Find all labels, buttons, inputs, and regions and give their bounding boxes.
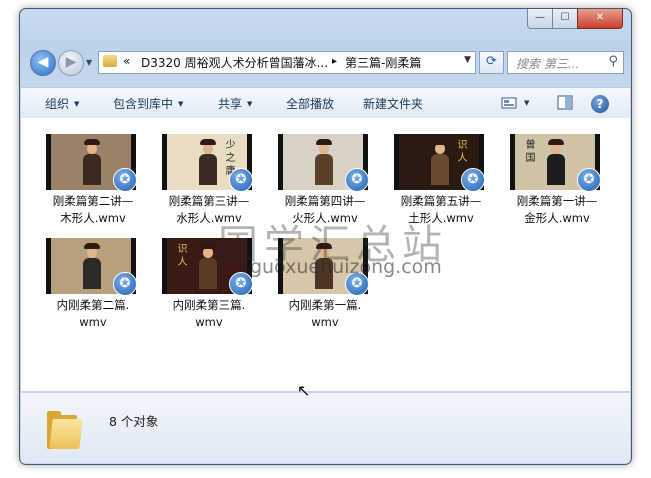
preview-pane-button[interactable]: [557, 95, 573, 114]
address-segment-current[interactable]: 第三篇-刚柔篇: [345, 54, 421, 71]
address-separator[interactable]: ▸: [332, 56, 337, 67]
include-label: 包含到库中: [113, 97, 174, 111]
file-name-line1: 刚柔篇第五讲—: [400, 194, 482, 208]
organize-label: 组织: [45, 97, 70, 111]
portrait-figure: [431, 139, 449, 185]
navigation-bar: ◀ ▶ ▼ « D3320 周裕观人术分析曾国藩冰... ▸ 第三篇-刚柔篇 ▼…: [20, 47, 631, 77]
media-player-icon: ✪: [345, 168, 369, 192]
portrait-figure: [199, 139, 217, 185]
search-input[interactable]: 搜索 第三...: [516, 55, 579, 72]
play-all-button[interactable]: 全部播放: [286, 95, 334, 112]
media-player-icon: ✪: [229, 168, 253, 192]
help-button[interactable]: ?: [591, 93, 609, 113]
mouse-cursor-icon: ↖: [297, 381, 311, 400]
file-name: 内刚柔第一篇. wmv: [271, 297, 379, 331]
file-name-line2: 金形人.wmv: [524, 211, 590, 225]
watermark-url: guoxuehuizong.com: [250, 256, 442, 278]
help-icon: ?: [591, 95, 609, 113]
include-in-library-menu[interactable]: 包含到库中 ▼: [113, 95, 183, 112]
refresh-button[interactable]: ⟳: [479, 51, 504, 74]
address-dropdown-icon[interactable]: ▼: [464, 55, 471, 65]
details-pane: 8 个对象: [21, 392, 630, 463]
address-chevron[interactable]: «: [123, 54, 130, 68]
file-name-line1: 内刚柔第二篇.: [56, 298, 130, 312]
chevron-down-icon: ▼: [178, 100, 184, 108]
file-name-line2: wmv: [311, 315, 339, 329]
file-name: 内刚柔第二篇. wmv: [39, 297, 147, 331]
view-icon: [501, 97, 517, 109]
media-player-icon: ✪: [113, 272, 137, 296]
address-segment-parent[interactable]: D3320 周裕观人术分析曾国藩冰...: [141, 54, 328, 71]
file-name: 内刚柔第三篇. wmv: [155, 297, 263, 331]
portrait-figure: [83, 139, 101, 185]
folder-icon: [47, 411, 83, 449]
close-button[interactable]: ✕: [577, 9, 623, 29]
media-player-icon: ✪: [113, 168, 137, 192]
portrait-figure: [199, 243, 217, 289]
item-count: 8 个对象: [109, 414, 159, 429]
portrait-figure: [315, 139, 333, 185]
file-name: 刚柔篇第二讲— 木形人.wmv: [39, 193, 147, 227]
back-button[interactable]: ◀: [30, 50, 56, 76]
file-name-line1: 刚柔篇第一讲—: [516, 194, 598, 208]
new-folder-button[interactable]: 新建文件夹: [363, 95, 423, 112]
organize-menu[interactable]: 组织 ▼: [45, 95, 79, 112]
file-name-line2: wmv: [195, 315, 223, 329]
preview-pane-icon: [557, 95, 573, 110]
recent-pages-dropdown[interactable]: ▼: [86, 58, 92, 67]
chevron-down-icon: ▼: [74, 100, 80, 108]
thumbnail-calligraphy: 识 人: [175, 243, 186, 267]
chevron-down-icon: ▼: [247, 100, 253, 108]
file-item[interactable]: ✪ 内刚柔第二篇. wmv: [39, 236, 147, 336]
share-label: 共享: [218, 97, 243, 111]
file-name-line1: 内刚柔第三篇.: [172, 298, 246, 312]
share-menu[interactable]: 共享 ▼: [218, 95, 252, 112]
portrait-figure: [83, 243, 101, 289]
search-icon[interactable]: ⚲: [608, 54, 618, 69]
media-player-icon: ✪: [461, 168, 485, 192]
minimize-button[interactable]: —: [527, 9, 553, 29]
file-name-line1: 刚柔篇第二讲—: [52, 194, 134, 208]
media-player-icon: ✪: [577, 168, 601, 192]
file-name-line1: 刚柔篇第四讲—: [284, 194, 366, 208]
command-bar: 组织 ▼ 包含到库中 ▼ 共享 ▼ 全部播放 新建文件夹 ▼ ?: [21, 87, 630, 119]
file-name-line2: wmv: [79, 315, 107, 329]
folder-icon: [103, 55, 117, 67]
search-box[interactable]: 搜索 第三... ⚲: [507, 51, 624, 74]
file-item[interactable]: 曾 国 ✪ 刚柔篇第一讲— 金形人.wmv: [503, 132, 611, 232]
thumbnail-calligraphy: 曾 国: [523, 139, 534, 163]
file-item[interactable]: ✪ 刚柔篇第二讲— 木形人.wmv: [39, 132, 147, 232]
file-name: 刚柔篇第一讲— 金形人.wmv: [503, 193, 611, 227]
file-name-line1: 刚柔篇第三讲—: [168, 194, 250, 208]
portrait-figure: [547, 139, 565, 185]
change-view-button[interactable]: [501, 95, 517, 114]
file-name-line2: 木形人.wmv: [60, 211, 126, 225]
file-name-line1: 内刚柔第一篇.: [288, 298, 362, 312]
view-options-dropdown[interactable]: ▼: [524, 99, 529, 107]
thumbnail-calligraphy: 识 人: [455, 139, 466, 163]
maximize-button[interactable]: ☐: [552, 9, 578, 29]
forward-button[interactable]: ▶: [58, 50, 84, 76]
address-bar[interactable]: « D3320 周裕观人术分析曾国藩冰... ▸ 第三篇-刚柔篇 ▼: [98, 51, 476, 74]
